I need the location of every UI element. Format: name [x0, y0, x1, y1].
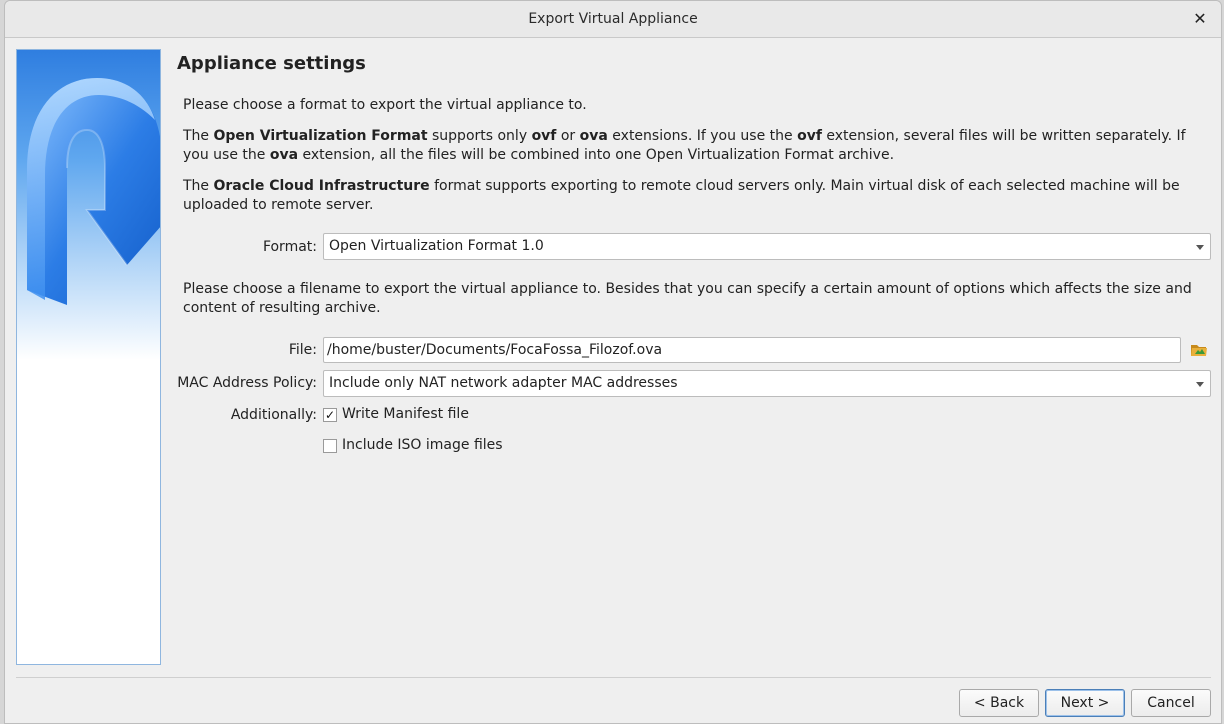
format-label: Format: — [262, 239, 317, 255]
chevron-down-icon — [1196, 245, 1204, 250]
include-iso-label[interactable]: Include ISO image files — [342, 437, 503, 453]
window-title: Export Virtual Appliance — [528, 11, 698, 27]
ovf-description-text: The Open Virtualization Format supports … — [183, 128, 1186, 163]
format-select[interactable]: Open Virtualization Format 1.0 — [323, 233, 1211, 260]
mac-policy-select[interactable]: Include only NAT network adapter MAC add… — [323, 370, 1211, 397]
write-manifest-label[interactable]: Write Manifest file — [342, 406, 469, 422]
file-path-field[interactable]: /home/buster/Documents/FocaFossa_Filozof… — [323, 337, 1181, 363]
chevron-down-icon — [1196, 382, 1204, 387]
mac-policy-label: MAC Address Policy: — [177, 375, 317, 391]
write-manifest-checkbox[interactable]: ✓ Write Manifest file — [323, 406, 523, 426]
wizard-watermark-image — [16, 49, 161, 665]
button-separator — [16, 677, 1211, 678]
file-label: File: — [288, 342, 317, 358]
title-bar: Export Virtual Appliance ✕ — [5, 1, 1221, 38]
folder-open-icon[interactable] — [1189, 340, 1209, 360]
oci-description-text: The Oracle Cloud Infrastructure format s… — [183, 178, 1180, 213]
checkbox-box[interactable] — [323, 439, 337, 453]
format-select-value: Open Virtualization Format 1.0 — [329, 238, 544, 254]
back-button[interactable]: < Back — [959, 689, 1039, 717]
cancel-button[interactable]: Cancel — [1131, 689, 1211, 717]
filename-intro-text: Please choose a filename to export the v… — [183, 281, 1192, 316]
additionally-label: Additionally: — [230, 407, 317, 423]
format-intro-text: Please choose a format to export the vir… — [183, 97, 587, 113]
page-title: Appliance settings — [177, 53, 366, 74]
next-button[interactable]: Next > — [1045, 689, 1125, 717]
close-icon[interactable]: ✕ — [1191, 9, 1209, 29]
include-iso-checkbox[interactable]: Include ISO image files — [323, 437, 523, 457]
export-appliance-dialog: Export Virtual Appliance ✕ Appliance set… — [4, 0, 1222, 724]
virtualbox-export-arrow-icon — [27, 78, 160, 305]
mac-policy-select-value: Include only NAT network adapter MAC add… — [329, 375, 678, 391]
checkmark-icon[interactable]: ✓ — [323, 408, 337, 422]
